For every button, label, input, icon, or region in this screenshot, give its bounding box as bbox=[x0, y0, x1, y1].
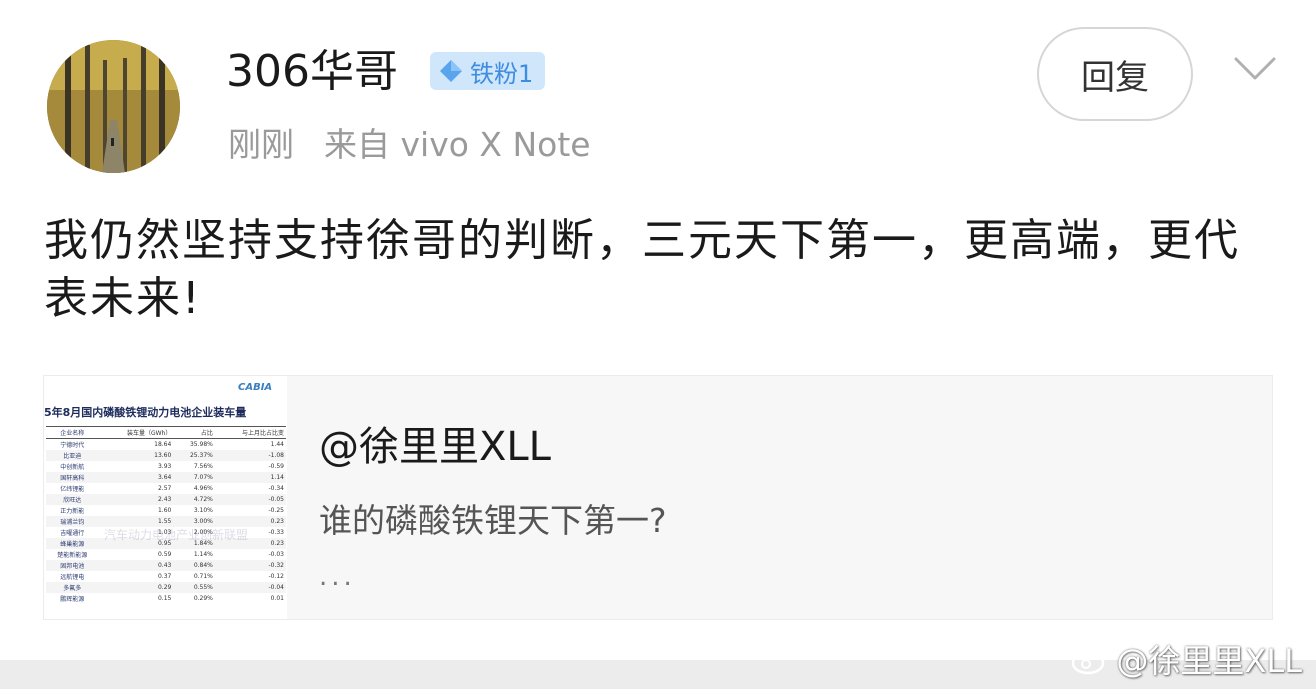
thumbnail-table-header: 企业名称 装车量（GWh） 占比 与上月比占比变 bbox=[46, 426, 286, 439]
thumbnail-logo: CABIA bbox=[238, 382, 273, 393]
post-time: 刚刚 bbox=[228, 125, 294, 164]
thumbnail-table-cell: 远航锂电 bbox=[60, 574, 85, 581]
weibo-watermark: @徐里里XLL bbox=[1070, 636, 1302, 682]
thumbnail-watermark: 汽车动力电池产业创新联盟 bbox=[104, 528, 249, 542]
thumbnail-table-cell: 比亚迪 bbox=[63, 453, 82, 460]
thumbnail-column-header: 与上月比占比变 bbox=[241, 430, 284, 437]
thumbnail-table-cell: 鹏辉能源 bbox=[60, 596, 85, 603]
thumbnail-table-row: 宁德时代 18.64 35.98% 1.44 bbox=[46, 439, 286, 451]
thumbnail-table-cell: -0.25 bbox=[268, 507, 284, 514]
thumbnail-table-row: 鹏辉能源 0.15 0.29% 0.01 bbox=[46, 593, 286, 604]
thumbnail-table-cell: 7.56% bbox=[193, 463, 213, 470]
avatar-image bbox=[47, 40, 180, 173]
thumbnail-table-cell: 3.64 bbox=[157, 474, 172, 481]
thumbnail-table-cell: 0.29 bbox=[157, 584, 172, 591]
thumbnail-table-cell: 0.37 bbox=[157, 573, 172, 580]
thumbnail-column-header: 占比 bbox=[200, 430, 213, 437]
thumbnail-table-cell: -0.12 bbox=[268, 573, 284, 580]
thumbnail-table-cell: -0.34 bbox=[268, 485, 284, 492]
thumbnail-table-cell: 35.98% bbox=[189, 441, 213, 448]
thumbnail-table-row: 多氟多 0.29 0.55% -0.04 bbox=[46, 582, 286, 593]
thumbnail-column-header: 企业名称 bbox=[60, 430, 85, 437]
quoted-author[interactable]: @徐里里XLL bbox=[319, 414, 551, 472]
post-meta: 刚刚 来自 vivo X Note bbox=[228, 122, 591, 168]
diamond-icon bbox=[440, 60, 462, 82]
thumbnail-table-cell: 0.43 bbox=[157, 562, 172, 569]
thumbnail-table-cell: 0.29% bbox=[193, 595, 213, 602]
thumbnail-table-cell: -0.03 bbox=[268, 551, 284, 558]
thumbnail-table-cell: 2.57 bbox=[157, 485, 172, 492]
thumbnail-table-cell: 18.64 bbox=[154, 441, 172, 448]
thumbnail-table-row: 亿纬锂能 2.57 4.96% -0.34 bbox=[46, 483, 286, 494]
thumbnail-table-cell: 瑞浦兰钧 bbox=[60, 519, 85, 526]
thumbnail-table-row: 正力新能 1.60 3.10% -0.25 bbox=[46, 505, 286, 516]
thumbnail-table-cell: 0.71% bbox=[193, 573, 213, 580]
watermark-text: @徐里里XLL bbox=[1116, 642, 1302, 680]
thumbnail-table-cell: 1.14% bbox=[193, 551, 213, 558]
username[interactable]: 306华哥 bbox=[226, 42, 398, 102]
thumbnail-table-cell: 0.55% bbox=[193, 584, 213, 591]
thumbnail-table-cell: -0.04 bbox=[268, 584, 284, 591]
thumbnail-table-cell: 4.72% bbox=[193, 496, 213, 503]
thumbnail-table-cell: 楚能新能源 bbox=[57, 552, 88, 559]
thumbnail-table-row: 欣旺达 2.43 4.72% -0.05 bbox=[46, 494, 286, 505]
thumbnail-table-row: 中创新航 3.93 7.56% -0.59 bbox=[46, 461, 286, 472]
avatar[interactable] bbox=[47, 40, 180, 173]
fan-badge[interactable]: 铁粉1 bbox=[430, 52, 546, 90]
thumbnail-table-cell: 25.37% bbox=[189, 452, 213, 459]
thumbnail-table-cell: 宁德时代 bbox=[60, 442, 85, 449]
thumbnail-table-cell: 0.59 bbox=[157, 551, 172, 558]
thumbnail-table-cell: 3.93 bbox=[157, 463, 172, 470]
thumbnail-table-cell: -0.32 bbox=[268, 562, 284, 569]
thumbnail-table-cell: -0.59 bbox=[268, 463, 284, 470]
thumbnail-table-cell: 4.96% bbox=[193, 485, 213, 492]
quoted-more: ... bbox=[319, 562, 356, 592]
thumbnail-table-row: 比亚迪 13.60 25.37% -1.08 bbox=[46, 450, 286, 461]
quoted-text: 谁的磷酸铁锂天下第一? bbox=[319, 501, 667, 540]
thumbnail-table-cell: 2.43 bbox=[157, 496, 172, 503]
thumbnail-table-cell: 1.14 bbox=[270, 474, 284, 481]
thumbnail-table-cell: 0.01 bbox=[270, 595, 284, 602]
thumbnail-table-row: 固邦电池 0.43 0.84% -0.32 bbox=[46, 560, 286, 571]
thumbnail-table-cell: 7.07% bbox=[193, 474, 213, 481]
thumbnail-table-cell: 吉曜通行 bbox=[60, 530, 85, 537]
thumbnail-table-cell: 3.10% bbox=[193, 507, 213, 514]
thumbnail-table-cell: 蜂巢能源 bbox=[60, 541, 85, 548]
thumbnail-table-cell: 亿纬锂能 bbox=[60, 486, 85, 493]
thumbnail-table-cell: 固邦电池 bbox=[60, 563, 85, 570]
thumbnail-column-header: 装车量（GWh） bbox=[126, 430, 172, 437]
thumbnail-table-cell: 1.44 bbox=[270, 441, 284, 448]
thumbnail-table-cell: 0.15 bbox=[157, 595, 172, 602]
thumbnail-table-cell: 13.60 bbox=[154, 452, 172, 459]
thumbnail-table-cell: 多氟多 bbox=[63, 585, 82, 592]
thumbnail-table-cell: -0.05 bbox=[268, 496, 284, 503]
thumbnail-table-cell: 国轩高科 bbox=[60, 475, 85, 482]
post-source: 来自 vivo X Note bbox=[324, 125, 591, 164]
quoted-post-card[interactable]: CABIA 5年8月国内磷酸铁锂动力电池企业装车量 企业名称 装车量（GWh） 占比… bbox=[43, 375, 1273, 620]
thumbnail-table-cell: 1.60 bbox=[157, 507, 172, 514]
thumbnail-table-row: 国轩高科 3.64 7.07% 1.14 bbox=[46, 472, 286, 483]
thumbnail-table-cell: 欣旺达 bbox=[63, 497, 82, 504]
thumbnail-table-cell: 正力新能 bbox=[60, 508, 85, 515]
chevron-down-icon[interactable] bbox=[1232, 53, 1278, 83]
reply-button[interactable]: 回复 bbox=[1037, 27, 1193, 121]
thumbnail-table-cell: 中创新航 bbox=[60, 464, 85, 471]
thumbnail-table-row: 远航锂电 0.37 0.71% -0.12 bbox=[46, 571, 286, 582]
badge-label: 铁粉1 bbox=[470, 59, 534, 88]
quoted-thumbnail[interactable]: CABIA 5年8月国内磷酸铁锂动力电池企业装车量 企业名称 装车量（GWh） 占比… bbox=[44, 376, 287, 619]
thumbnail-title: 5年8月国内磷酸铁锂动力电池企业装车量 bbox=[44, 406, 247, 419]
weibo-icon bbox=[1072, 646, 1107, 675]
thumbnail-table-cell: 0.84% bbox=[193, 562, 213, 569]
thumbnail-table: 企业名称 装车量（GWh） 占比 与上月比占比变 宁德时代 18.64 35.98% 1.4… bbox=[46, 426, 286, 604]
thumbnail-table-cell: -1.08 bbox=[268, 452, 284, 459]
post-text: 我仍然坚持支持徐哥的判断，三元天下第一，更高端，更代表未来! bbox=[44, 215, 1240, 324]
thumbnail-table-row: 楚能新能源 0.59 1.14% -0.03 bbox=[46, 549, 286, 560]
